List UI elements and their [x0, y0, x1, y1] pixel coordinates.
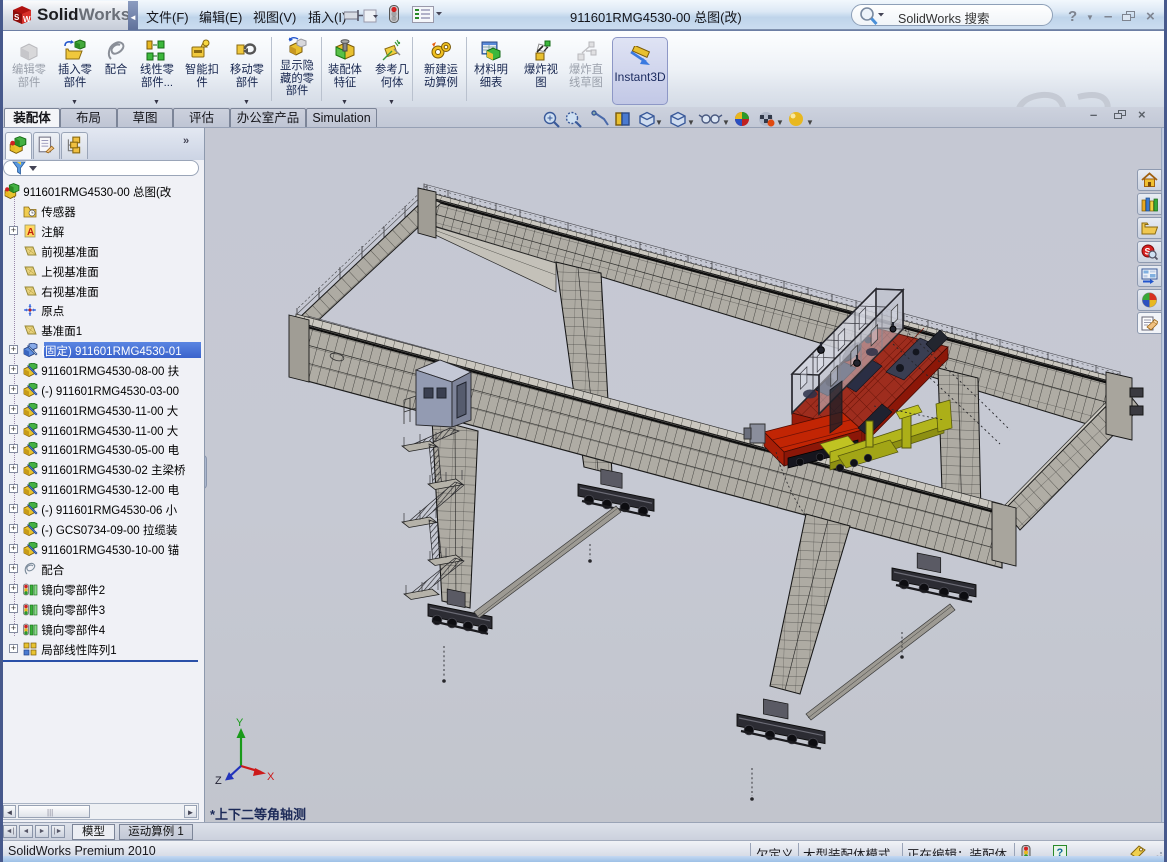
svg-text:X: X — [267, 771, 275, 783]
svg-text:▼: ▼ — [687, 118, 695, 127]
svg-text:▼: ▼ — [655, 118, 663, 127]
svg-text:Z: Z — [215, 775, 222, 787]
svg-text:Y: Y — [236, 717, 244, 729]
svg-text:W: W — [23, 15, 31, 24]
svg-text:▼: ▼ — [776, 118, 784, 127]
svg-text:▼: ▼ — [722, 118, 730, 127]
svg-text:S: S — [14, 13, 20, 22]
svg-text:▼: ▼ — [806, 118, 814, 127]
